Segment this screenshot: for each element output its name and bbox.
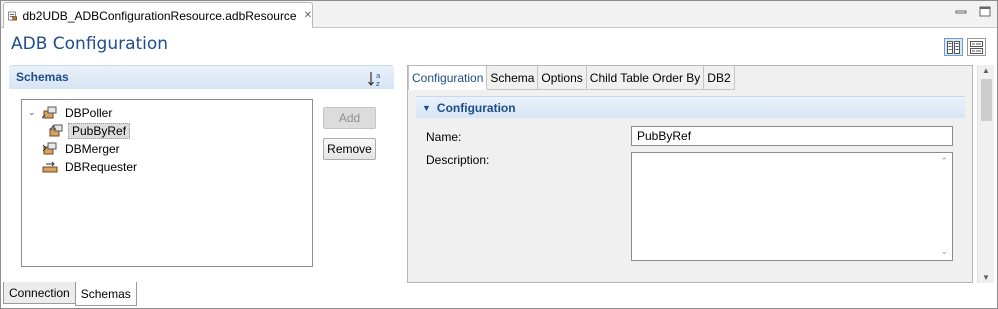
tab-db2[interactable]: DB2: [704, 66, 735, 90]
tab-schemas[interactable]: Schemas: [74, 282, 137, 306]
scroll-up-icon[interactable]: ⌃: [940, 156, 948, 167]
tree-node-label: PubByRef: [68, 122, 131, 139]
tab-child-table-order-by[interactable]: Child Table Order By: [586, 66, 705, 90]
detail-tabs: Configuration Schema Options Child Table…: [408, 66, 735, 90]
publisher-icon: [49, 124, 63, 136]
tree-node-dbrequester[interactable]: DBRequester: [42, 158, 140, 175]
scrollbar-thumb[interactable]: [981, 79, 992, 121]
description-scrollbar[interactable]: ⌃ ⌄: [935, 153, 952, 260]
svg-text:a: a: [376, 72, 380, 80]
tree-node-label: DBRequester: [65, 159, 138, 174]
requester-icon: [42, 161, 58, 172]
rows-layout-icon: [970, 40, 983, 54]
bottom-page-tabs: Connection Schemas: [3, 282, 137, 306]
page-scrollbar[interactable]: ▲ ▼: [977, 65, 994, 283]
maximize-icon[interactable]: [977, 5, 993, 19]
name-field[interactable]: [631, 126, 953, 146]
scroll-down-icon[interactable]: ▼: [982, 273, 990, 282]
merger-icon: [42, 142, 57, 154]
schema-tree[interactable]: ⌄ DBPoller PubByRef DBMerger DBRequester: [21, 99, 313, 267]
horizontal-layout-button[interactable]: [944, 38, 963, 56]
detail-panel: Configuration Schema Options Child Table…: [407, 65, 973, 283]
name-label: Name:: [426, 130, 462, 144]
tree-node-label: DBPoller: [65, 105, 113, 120]
description-field[interactable]: ⌃ ⌄: [631, 152, 953, 261]
tab-schema[interactable]: Schema: [487, 66, 539, 90]
add-button[interactable]: Add: [323, 107, 376, 129]
tree-node-dbmerger[interactable]: DBMerger: [42, 140, 123, 157]
editor-tab-bar: db2UDB_ADBConfigurationResource.adbResou…: [1, 1, 997, 28]
editor-window: db2UDB_ADBConfigurationResource.adbResou…: [0, 0, 998, 309]
description-label: Description:: [426, 153, 490, 167]
chevron-down-icon[interactable]: ⌄: [28, 107, 38, 118]
close-icon[interactable]: ✕: [304, 10, 312, 21]
tab-connection[interactable]: Connection: [3, 282, 76, 304]
scroll-down-icon[interactable]: ⌄: [940, 246, 948, 257]
schemas-section-header: Schemas a z: [9, 65, 394, 89]
vertical-layout-button[interactable]: [967, 38, 986, 56]
collapse-triangle-icon[interactable]: ▼: [422, 103, 431, 113]
detail-body: ▼ Configuration Name: Description: ⌃ ⌄: [408, 90, 972, 282]
sort-az-icon[interactable]: a z: [367, 70, 385, 88]
tree-node-label: DBMerger: [65, 141, 120, 156]
editor-tab-title: db2UDB_ADBConfigurationResource.adbResou…: [22, 8, 297, 23]
tree-node-dbpoller[interactable]: ⌄ DBPoller: [28, 104, 115, 121]
schemas-section-title: Schemas: [16, 70, 69, 84]
configuration-section-header[interactable]: ▼ Configuration: [416, 96, 965, 118]
page-title: ADB Configuration: [11, 34, 169, 54]
poller-icon: [42, 106, 57, 118]
svg-text:z: z: [376, 80, 380, 88]
schemas-section: Schemas a z ⌄ DBPoller PubByRef DBMerger…: [9, 65, 394, 283]
tab-options[interactable]: Options: [538, 66, 587, 90]
minimize-icon[interactable]: [953, 5, 969, 19]
scroll-up-icon[interactable]: ▲: [982, 66, 990, 75]
editor-tab[interactable]: db2UDB_ADBConfigurationResource.adbResou…: [3, 2, 313, 28]
tree-node-pubbyref[interactable]: PubByRef: [48, 122, 131, 139]
configuration-section-title: Configuration: [436, 100, 516, 115]
tab-configuration[interactable]: Configuration: [408, 66, 488, 90]
resource-file-icon: [8, 11, 18, 20]
columns-layout-icon: [947, 40, 960, 54]
remove-button[interactable]: Remove: [323, 138, 376, 160]
